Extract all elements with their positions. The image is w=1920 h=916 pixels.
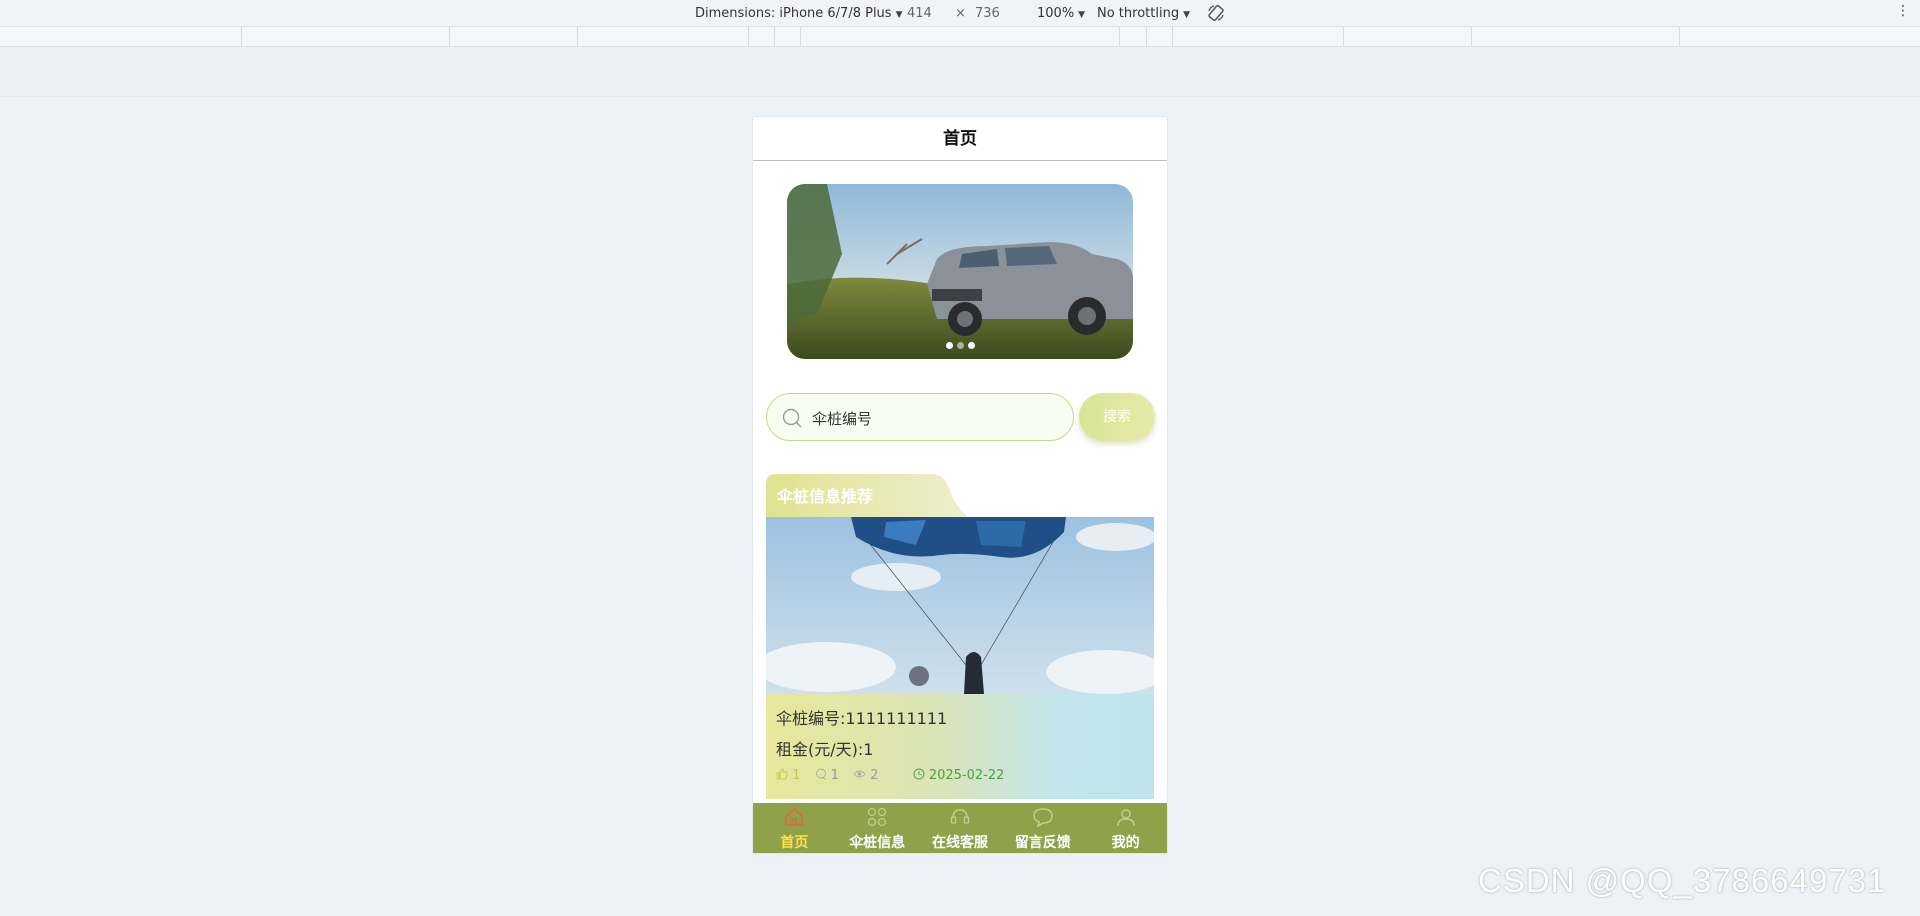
csdn-watermark: CSDN @QQ_3786649731 [1478,862,1887,899]
ruler-segment[interactable] [241,27,242,47]
tab-label: 在线客服 [931,835,988,851]
times-symbol: × [955,6,966,21]
card-number: 伞桩编号:1111111111 [776,709,948,728]
device-label: Dimensions: iPhone 6/7/8 Plus [695,6,892,21]
tab-feedback[interactable]: 留言反馈 [1001,803,1084,853]
ruler-segment[interactable] [774,27,775,47]
search-placeholder: 伞桩编号 [812,410,873,428]
thumbs-up-icon [776,768,788,780]
chevron-down-icon: ▼ [1078,10,1086,20]
comment-icon [815,768,826,780]
card-parachute-image [766,517,1154,694]
carousel-dots [787,334,1133,353]
tab-mine[interactable]: 我的 [1084,803,1167,853]
carousel-dot[interactable] [945,342,953,349]
like-count[interactable]: 1 [776,768,805,783]
ruler-segment[interactable] [800,27,801,47]
date-value: 2025-02-22 [928,768,1005,783]
search-button[interactable]: 搜索 [1079,393,1155,441]
rotate-icon[interactable] [1206,3,1226,23]
throttling-label: No throttling [1097,6,1180,21]
tab-label: 伞桩信息 [849,835,906,851]
tab-label: 首页 [780,835,809,851]
banner-carousel[interactable] [787,184,1133,359]
comments-value: 1 [830,768,839,783]
throttling-selector[interactable]: No throttling ▼ [1097,6,1190,21]
tab-online-service[interactable]: 在线客服 [919,803,1002,853]
recommend-card[interactable]: 伞桩编号:1111111111 租金(元/天):1 1 1 2 2025-02- [766,517,1154,799]
comment-count[interactable]: 1 [815,768,844,783]
ruler-segment[interactable] [1471,27,1472,47]
tab-label: 我的 [1111,835,1140,851]
ruler-segment[interactable] [449,27,450,47]
ruler-segment[interactable] [1343,27,1344,47]
user-icon [1116,809,1135,827]
zoom-label: 100% [1037,6,1075,21]
banner-car-image [787,184,1133,359]
zoom-selector[interactable]: 100% ▼ [1037,6,1085,21]
section-title: 伞桩信息推荐 [777,487,874,506]
likes-value: 1 [792,768,801,783]
page-title: 首页 [753,117,1167,161]
ruler-segment[interactable] [1172,27,1173,47]
tab-umbrella-info[interactable]: 伞桩信息 [836,803,919,853]
eye-icon [853,770,866,778]
card-rent: 租金(元/天):1 [776,740,874,759]
card-meta: 1 1 2 2025-02-22 [776,768,1014,783]
width-input[interactable]: 414 [907,6,932,21]
clock-icon [913,768,925,780]
section-header: 伞桩信息推荐 [766,474,966,518]
ruler-segment[interactable] [577,27,578,47]
height-input[interactable]: 736 [975,6,1000,21]
search-input[interactable]: 伞桩编号 [766,393,1074,441]
devtools-toolbar: Dimensions: iPhone 6/7/8 Plus ▼ 414 × 736… [0,0,1920,27]
devtools-gutter [0,47,1920,97]
view-count: 2 [853,768,883,783]
tab-label: 留言反馈 [1014,835,1071,851]
chevron-down-icon: ▼ [1183,10,1190,20]
service-icon [950,809,970,824]
carousel-dot[interactable] [956,342,964,349]
ruler-segment[interactable] [1119,27,1120,47]
chat-icon [1033,808,1053,828]
carousel-dot[interactable] [967,342,975,349]
ruler-segment[interactable] [1146,27,1147,47]
more-options-icon[interactable]: ⋮ [1896,3,1910,19]
search-bar: 伞桩编号 搜索 [766,393,1160,441]
device-selector[interactable]: Dimensions: iPhone 6/7/8 Plus ▼ [695,6,903,21]
tab-home[interactable]: 首页 [753,803,836,853]
bottom-tabbar: 首页 伞桩信息 在线客服 留言反馈 我的 [753,803,1167,853]
home-icon [785,808,804,826]
ruler-segment[interactable] [748,27,749,47]
device-viewport: 首页 伞桩编号 搜索 伞桩信息推荐 伞桩编号:1111111111 租金(元/天… [753,117,1167,853]
views-value: 2 [870,768,879,783]
ruler-segment[interactable] [1679,27,1680,47]
search-icon [782,408,802,428]
media-query-ruler [0,27,1920,47]
card-info: 伞桩编号:1111111111 租金(元/天):1 1 1 2 2025-02- [766,694,1154,799]
grid-icon [868,807,887,827]
card-date: 2025-02-22 [913,768,1005,783]
chevron-down-icon: ▼ [895,10,903,20]
